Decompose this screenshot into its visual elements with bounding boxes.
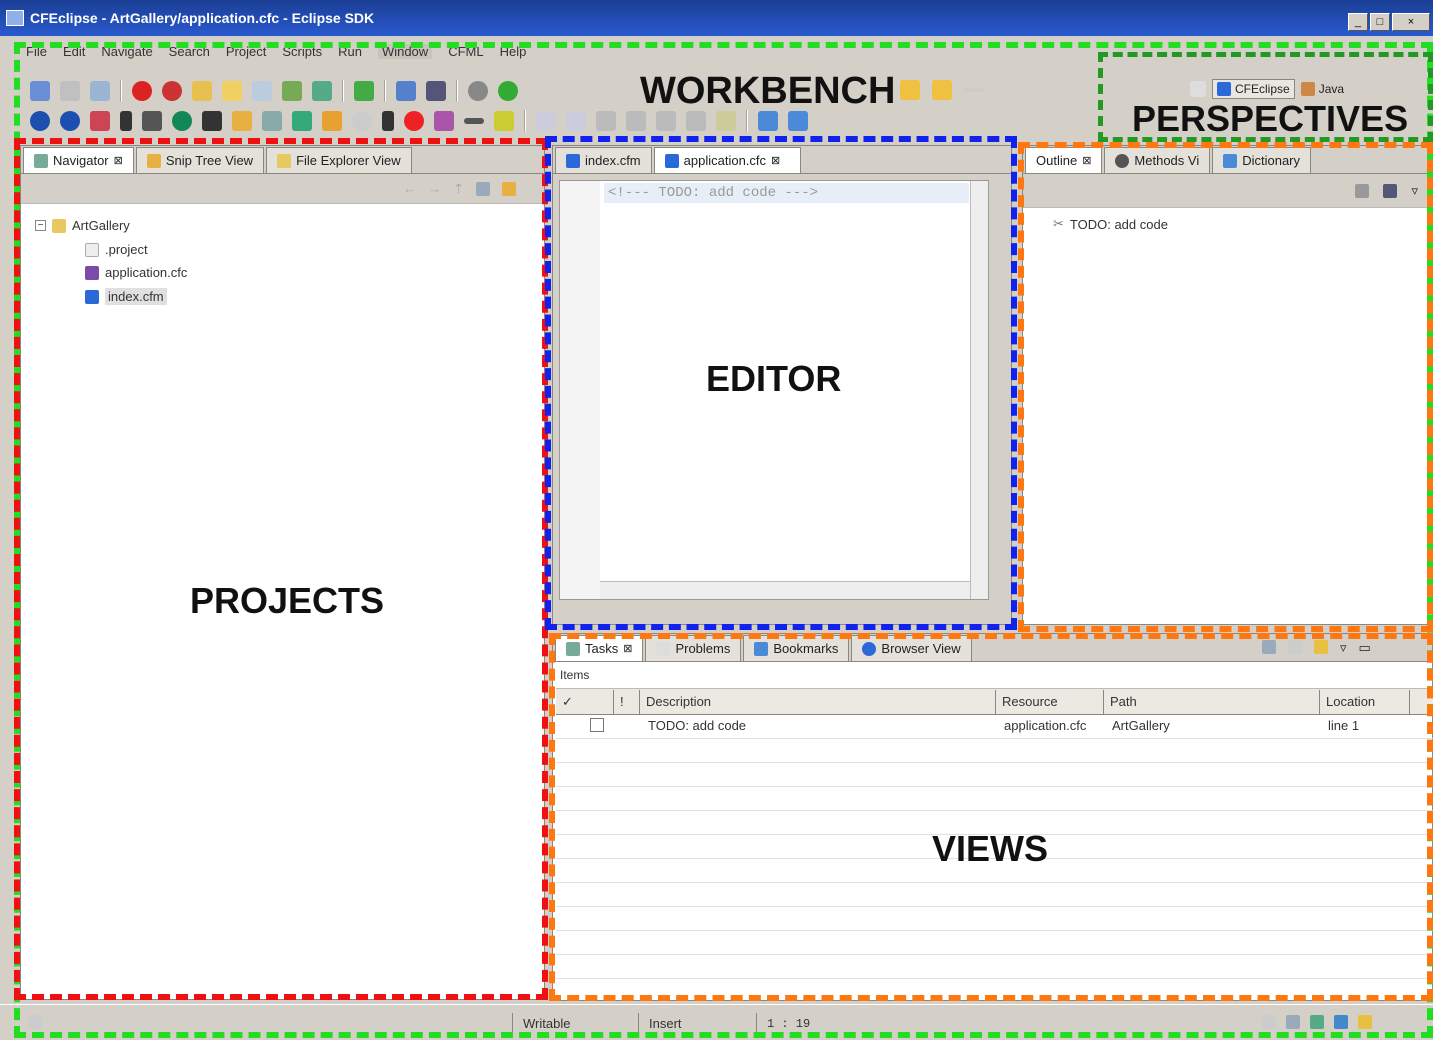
projects-annotation: PROJECTS xyxy=(190,580,385,621)
views-outline xyxy=(549,633,1433,1001)
outline-views-outline xyxy=(1018,142,1433,632)
perspectives-annotation: PERSPECTIVES xyxy=(1132,98,1409,139)
minimize-button[interactable]: _ xyxy=(1348,13,1368,31)
window-title: CFEclipse - ArtGallery/application.cfc -… xyxy=(30,10,375,26)
title-bar: CFEclipse - ArtGallery/application.cfc -… xyxy=(0,0,1433,36)
maximize-button[interactable]: □ xyxy=(1370,13,1390,31)
views-annotation: VIEWS xyxy=(932,828,1049,869)
close-button[interactable]: × xyxy=(1392,13,1430,31)
eclipse-app-icon xyxy=(6,10,24,26)
editor-annotation: EDITOR xyxy=(706,358,842,399)
workbench-annotation: WORKBENCH xyxy=(640,70,896,112)
projects-outline xyxy=(14,138,548,1000)
